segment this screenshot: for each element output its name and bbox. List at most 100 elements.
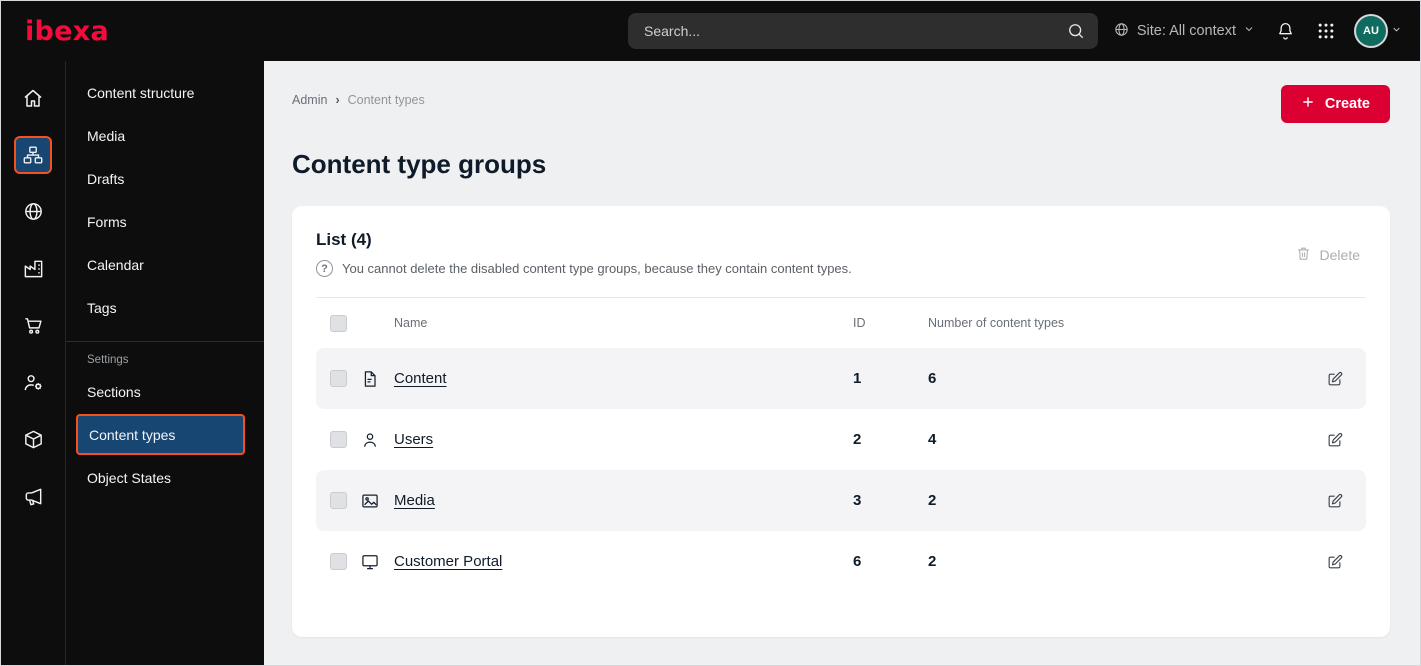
list-title: List (4) xyxy=(316,230,372,249)
row-count: 2 xyxy=(928,492,937,509)
content-file-icon xyxy=(360,369,394,389)
sidebar-item-media[interactable]: Media xyxy=(66,114,264,157)
chevron-down-icon xyxy=(1391,22,1402,40)
sidebar-item-label: Media xyxy=(87,127,126,144)
trash-icon xyxy=(1295,245,1312,265)
sidebar-item-label: Content structure xyxy=(87,84,195,101)
topbar-right: Site: All context AU xyxy=(1113,1,1402,61)
plus-icon xyxy=(1301,95,1315,113)
rail-item-company[interactable] xyxy=(1,240,65,297)
commerce-cart-icon xyxy=(22,314,45,337)
customers-icon xyxy=(22,371,45,394)
edit-icon[interactable] xyxy=(1326,553,1366,571)
users-icon xyxy=(360,430,394,450)
create-button-label: Create xyxy=(1324,96,1370,112)
row-name-link[interactable]: Users xyxy=(394,431,853,448)
rail-item-customers[interactable] xyxy=(1,354,65,411)
row-count: 2 xyxy=(928,553,937,570)
create-button[interactable]: Create xyxy=(1280,85,1390,123)
rail-item-products[interactable] xyxy=(1,411,65,468)
edit-icon[interactable] xyxy=(1326,492,1366,510)
column-header-count: Number of content types xyxy=(928,316,1065,330)
edit-icon[interactable] xyxy=(1326,431,1366,449)
sidebar-item-drafts[interactable]: Drafts xyxy=(66,157,264,200)
breadcrumb-current: Content types xyxy=(347,93,425,107)
global-search xyxy=(628,13,1098,49)
table-row[interactable]: Customer Portal 6 2 xyxy=(316,531,1366,592)
edit-icon[interactable] xyxy=(1326,370,1366,388)
avatar: AU xyxy=(1356,16,1386,46)
row-count: 6 xyxy=(928,370,937,387)
user-menu[interactable]: AU xyxy=(1356,16,1402,46)
rail-item-site[interactable] xyxy=(1,183,65,240)
row-name-link[interactable]: Content xyxy=(394,370,853,387)
list-note: ? You cannot delete the disabled content… xyxy=(316,260,852,277)
help-icon[interactable]: ? xyxy=(316,260,333,277)
row-id: 3 xyxy=(853,492,862,509)
row-checkbox[interactable] xyxy=(330,431,347,448)
settings-section-label: Settings xyxy=(87,354,129,366)
main-content: Admin › Content types Create Content typ… xyxy=(264,61,1420,665)
content-structure-icon xyxy=(14,135,52,174)
table-row[interactable]: Content 1 6 xyxy=(316,348,1366,409)
sidebar-item-label: Content types xyxy=(89,426,176,443)
sidebar-item-sections[interactable]: Sections xyxy=(66,370,264,413)
ibexa-logo[interactable]: ibexa xyxy=(25,16,109,47)
sidebar-item-label: Calendar xyxy=(87,256,144,273)
chevron-down-icon xyxy=(1243,23,1255,39)
apps-grid-icon[interactable] xyxy=(1316,21,1336,41)
sidebar-item-calendar[interactable]: Calendar xyxy=(66,243,264,286)
sidebar-item-label: Tags xyxy=(87,299,117,316)
table-row[interactable]: Media 3 2 xyxy=(316,470,1366,531)
sidebar-item-content-structure[interactable]: Content structure xyxy=(66,71,264,114)
select-all-checkbox[interactable] xyxy=(330,314,347,332)
row-name-link[interactable]: Media xyxy=(394,492,853,509)
customer-portal-monitor-icon xyxy=(360,552,394,572)
marketing-megaphone-icon xyxy=(22,485,45,508)
sidebar-item-content-types[interactable]: Content types xyxy=(76,414,245,455)
rail-item-content[interactable] xyxy=(1,126,65,183)
sidebar-item-label: Drafts xyxy=(87,170,125,187)
search-icon[interactable] xyxy=(1066,21,1086,46)
company-icon xyxy=(22,257,45,280)
site-context-label: Site: All context xyxy=(1136,23,1236,39)
icon-rail xyxy=(1,61,66,665)
home-icon xyxy=(21,86,45,110)
topbar: ibexa Site: All context xyxy=(1,1,1420,61)
sidebar-item-object-states[interactable]: Object States xyxy=(66,456,264,499)
delete-button-label: Delete xyxy=(1319,247,1360,263)
rail-item-dashboard[interactable] xyxy=(1,69,65,126)
notifications-bell-icon[interactable] xyxy=(1275,21,1296,42)
sidebar-item-label: Sections xyxy=(87,383,141,400)
rail-item-commerce[interactable] xyxy=(1,297,65,354)
table-row[interactable]: Users 2 4 xyxy=(316,409,1366,470)
column-header-id: ID xyxy=(853,316,866,330)
search-input[interactable] xyxy=(628,13,1098,49)
site-context-selector[interactable]: Site: All context xyxy=(1113,21,1255,42)
site-icon xyxy=(22,200,45,223)
rail-item-marketing[interactable] xyxy=(1,468,65,525)
row-name-link[interactable]: Customer Portal xyxy=(394,553,853,570)
content-type-groups-card: List (4) ? You cannot delete the disable… xyxy=(292,206,1390,637)
breadcrumb-separator-icon: › xyxy=(335,93,340,107)
table-header: Name ID Number of content types xyxy=(316,298,1366,348)
sidebar-item-tags[interactable]: Tags xyxy=(66,286,264,329)
delete-button[interactable]: Delete xyxy=(1289,244,1366,266)
media-image-icon xyxy=(360,491,394,511)
globe-icon xyxy=(1113,21,1130,42)
row-id: 6 xyxy=(853,553,862,570)
row-id: 2 xyxy=(853,431,862,448)
breadcrumb-admin[interactable]: Admin xyxy=(292,93,327,107)
row-checkbox[interactable] xyxy=(330,553,347,570)
row-id: 1 xyxy=(853,370,862,387)
app-window: ibexa Site: All context xyxy=(1,1,1420,665)
page-title: Content type groups xyxy=(292,149,547,179)
sidebar-item-forms[interactable]: Forms xyxy=(66,200,264,243)
row-checkbox[interactable] xyxy=(330,492,347,509)
column-header-name: Name xyxy=(394,316,428,330)
sidebar-menu: Content structure Media Drafts Forms Cal… xyxy=(66,61,264,665)
list-note-text: You cannot delete the disabled content t… xyxy=(342,261,852,276)
row-checkbox[interactable] xyxy=(330,370,347,387)
row-count: 4 xyxy=(928,431,937,448)
sidebar-item-label: Object States xyxy=(87,469,172,486)
